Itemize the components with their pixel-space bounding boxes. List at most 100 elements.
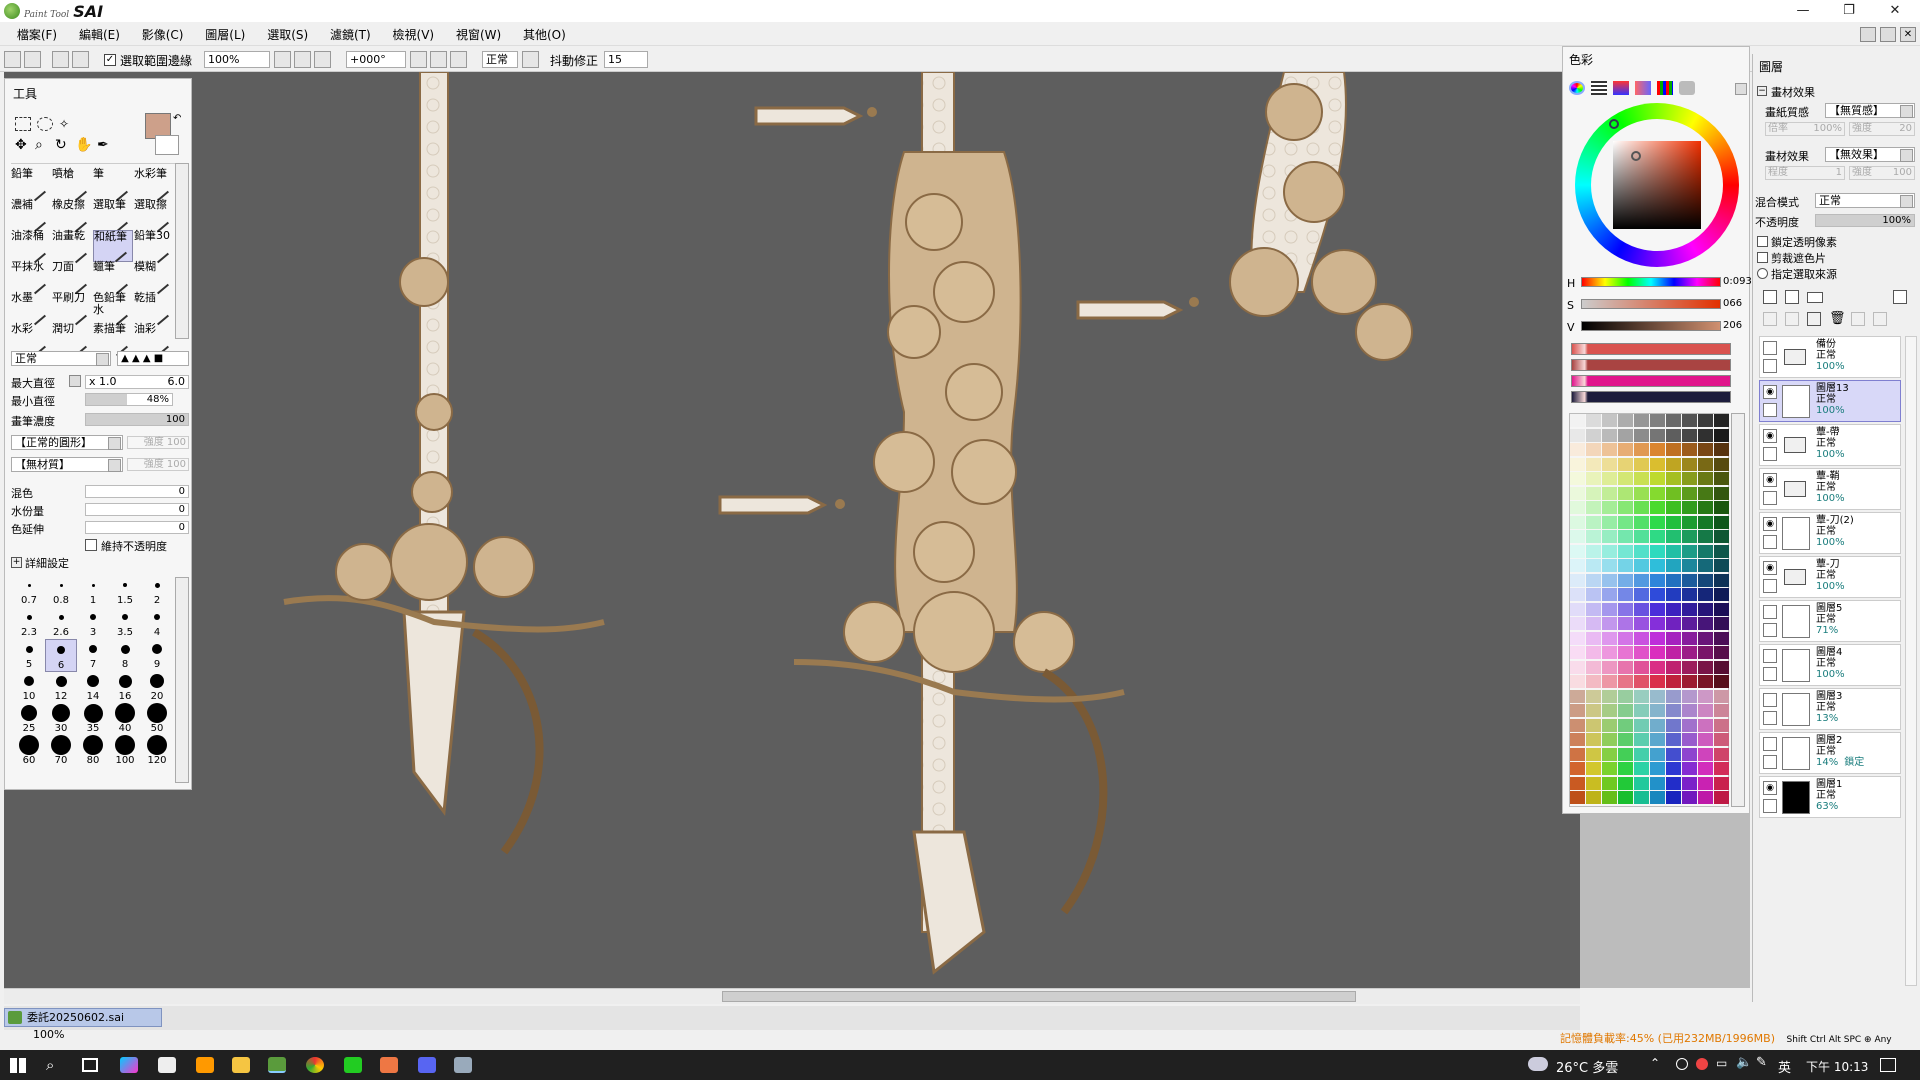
layer-visibility-icon[interactable] [1763, 649, 1777, 663]
color-swatch[interactable] [1570, 646, 1585, 659]
hand-icon[interactable]: ✋ [75, 137, 92, 153]
color-swatch[interactable] [1570, 515, 1585, 529]
color-swatch[interactable] [1634, 689, 1649, 703]
keep-opacity-checkbox[interactable] [85, 539, 97, 551]
rect-select-icon[interactable] [15, 117, 31, 131]
brush-11[interactable]: 鉛筆30 [134, 230, 174, 264]
brush-2[interactable]: 筆 [93, 168, 133, 202]
collapse-effects-icon[interactable]: − [1757, 86, 1767, 96]
pen-icon[interactable]: ✎ [1756, 1055, 1767, 1070]
color-swatch[interactable] [1714, 530, 1729, 543]
color-swatch[interactable] [1618, 428, 1633, 442]
color-swatch[interactable] [1634, 501, 1649, 514]
invert-selection-button[interactable] [72, 51, 89, 68]
brush-0[interactable]: 鉛筆 [11, 168, 51, 202]
layer-visibility-icon[interactable]: ◉ [1763, 781, 1777, 795]
search-icon[interactable]: ⌕ [46, 1056, 54, 1074]
color-swatch[interactable] [1666, 689, 1681, 703]
color-swatch[interactable] [1666, 443, 1681, 456]
color-swatch[interactable] [1666, 776, 1681, 790]
layer-opacity-slider[interactable]: 100% [1815, 214, 1915, 227]
brush-size-5[interactable]: 2.3 [13, 607, 45, 638]
color-swatch[interactable] [1650, 631, 1665, 645]
notifications-icon[interactable] [1880, 1058, 1896, 1072]
color-swatch[interactable] [1698, 675, 1713, 688]
expand-details-icon[interactable]: + [11, 557, 22, 568]
color-swatch[interactable] [1714, 472, 1729, 485]
color-swatch[interactable] [1586, 776, 1601, 790]
color-swatch[interactable] [1650, 718, 1665, 732]
color-swatch[interactable] [1586, 762, 1601, 775]
color-swatch[interactable] [1650, 457, 1665, 471]
color-swatch[interactable] [1714, 515, 1729, 529]
color-swatch[interactable] [1682, 486, 1697, 500]
brush-7[interactable]: 選取擦 [134, 199, 174, 233]
brush-1[interactable]: 噴槍 [52, 168, 92, 202]
trash-icon[interactable]: 🗑 [1829, 312, 1846, 326]
color-swatch[interactable] [1666, 486, 1681, 500]
brush-size-27[interactable]: 80 [77, 735, 109, 766]
color-swatch[interactable] [1602, 675, 1617, 688]
menu-others[interactable]: 其他(O) [514, 24, 575, 46]
color-swatch[interactable] [1682, 762, 1697, 775]
brush-size-7[interactable]: 3 [77, 607, 109, 638]
secondary-color-swatch[interactable] [155, 135, 179, 155]
color-bar-tab[interactable] [1635, 81, 1651, 95]
color-swatch[interactable] [1570, 559, 1585, 572]
color-swatch[interactable] [1666, 602, 1681, 616]
copilot-icon[interactable] [120, 1057, 138, 1073]
color-swatch[interactable] [1602, 443, 1617, 456]
antialias-checkbox[interactable]: ✓ [104, 54, 116, 66]
color-swatch[interactable] [1714, 573, 1729, 587]
color-swatch[interactable] [1714, 704, 1729, 717]
color-history-row[interactable] [1571, 343, 1731, 355]
brush-size-9[interactable]: 4 [141, 607, 173, 638]
color-swatch[interactable] [1586, 515, 1601, 529]
color-swatch[interactable] [1698, 704, 1713, 717]
color-swatch[interactable] [1682, 588, 1697, 601]
color-swatch[interactable] [1650, 791, 1665, 804]
color-swatch[interactable] [1666, 414, 1681, 427]
color-swatch[interactable] [1602, 588, 1617, 601]
transfer-down-icon[interactable] [1763, 312, 1777, 326]
rotate-reset-button[interactable] [450, 51, 467, 68]
color-swatch[interactable] [1714, 660, 1729, 674]
rotate-icon[interactable]: ↻ [55, 137, 67, 153]
layer-lock-icon[interactable] [1763, 403, 1777, 417]
color-swatch[interactable] [1570, 428, 1585, 442]
brush-size-6[interactable]: 2.6 [45, 607, 77, 638]
layer-scrollbar[interactable] [1905, 336, 1917, 986]
color-swatch[interactable] [1666, 501, 1681, 514]
color-swatch[interactable] [1682, 457, 1697, 471]
color-swatch[interactable] [1618, 486, 1633, 500]
color-swatch[interactable] [1586, 646, 1601, 659]
color-swatch[interactable] [1682, 472, 1697, 485]
color-swatch[interactable] [1698, 559, 1713, 572]
color-swatch[interactable] [1650, 588, 1665, 601]
color-swatch[interactable] [1714, 544, 1729, 558]
color-swatch[interactable] [1570, 472, 1585, 485]
color-swatch[interactable] [1570, 704, 1585, 717]
color-swatch[interactable] [1698, 472, 1713, 485]
color-swatch[interactable] [1586, 791, 1601, 804]
color-swatch[interactable] [1570, 675, 1585, 688]
color-swatch[interactable] [1682, 747, 1697, 761]
color-swatch[interactable] [1618, 791, 1633, 804]
color-swatch[interactable] [1682, 704, 1697, 717]
color-swatch[interactable] [1682, 776, 1697, 790]
color-swatch[interactable] [1586, 486, 1601, 500]
layer-lock-icon[interactable] [1763, 447, 1777, 461]
brush-size-1[interactable]: 0.8 [45, 575, 77, 606]
density-slider[interactable]: 100 [85, 413, 189, 426]
mdi-restore-button[interactable] [1880, 27, 1896, 42]
redo-button[interactable] [24, 51, 41, 68]
color-swatch[interactable] [1698, 718, 1713, 732]
brush-edge-selector[interactable]: ▲ ▲ ▲ ■ [117, 351, 189, 366]
color-swatch[interactable] [1666, 660, 1681, 674]
layer-lock-icon[interactable] [1763, 359, 1777, 373]
swatches-tab[interactable] [1657, 81, 1673, 95]
color-swatch[interactable] [1666, 559, 1681, 572]
minimize-button[interactable]: — [1780, 0, 1826, 22]
menu-edit[interactable]: 編輯(E) [70, 24, 129, 46]
color-swatch[interactable] [1570, 544, 1585, 558]
